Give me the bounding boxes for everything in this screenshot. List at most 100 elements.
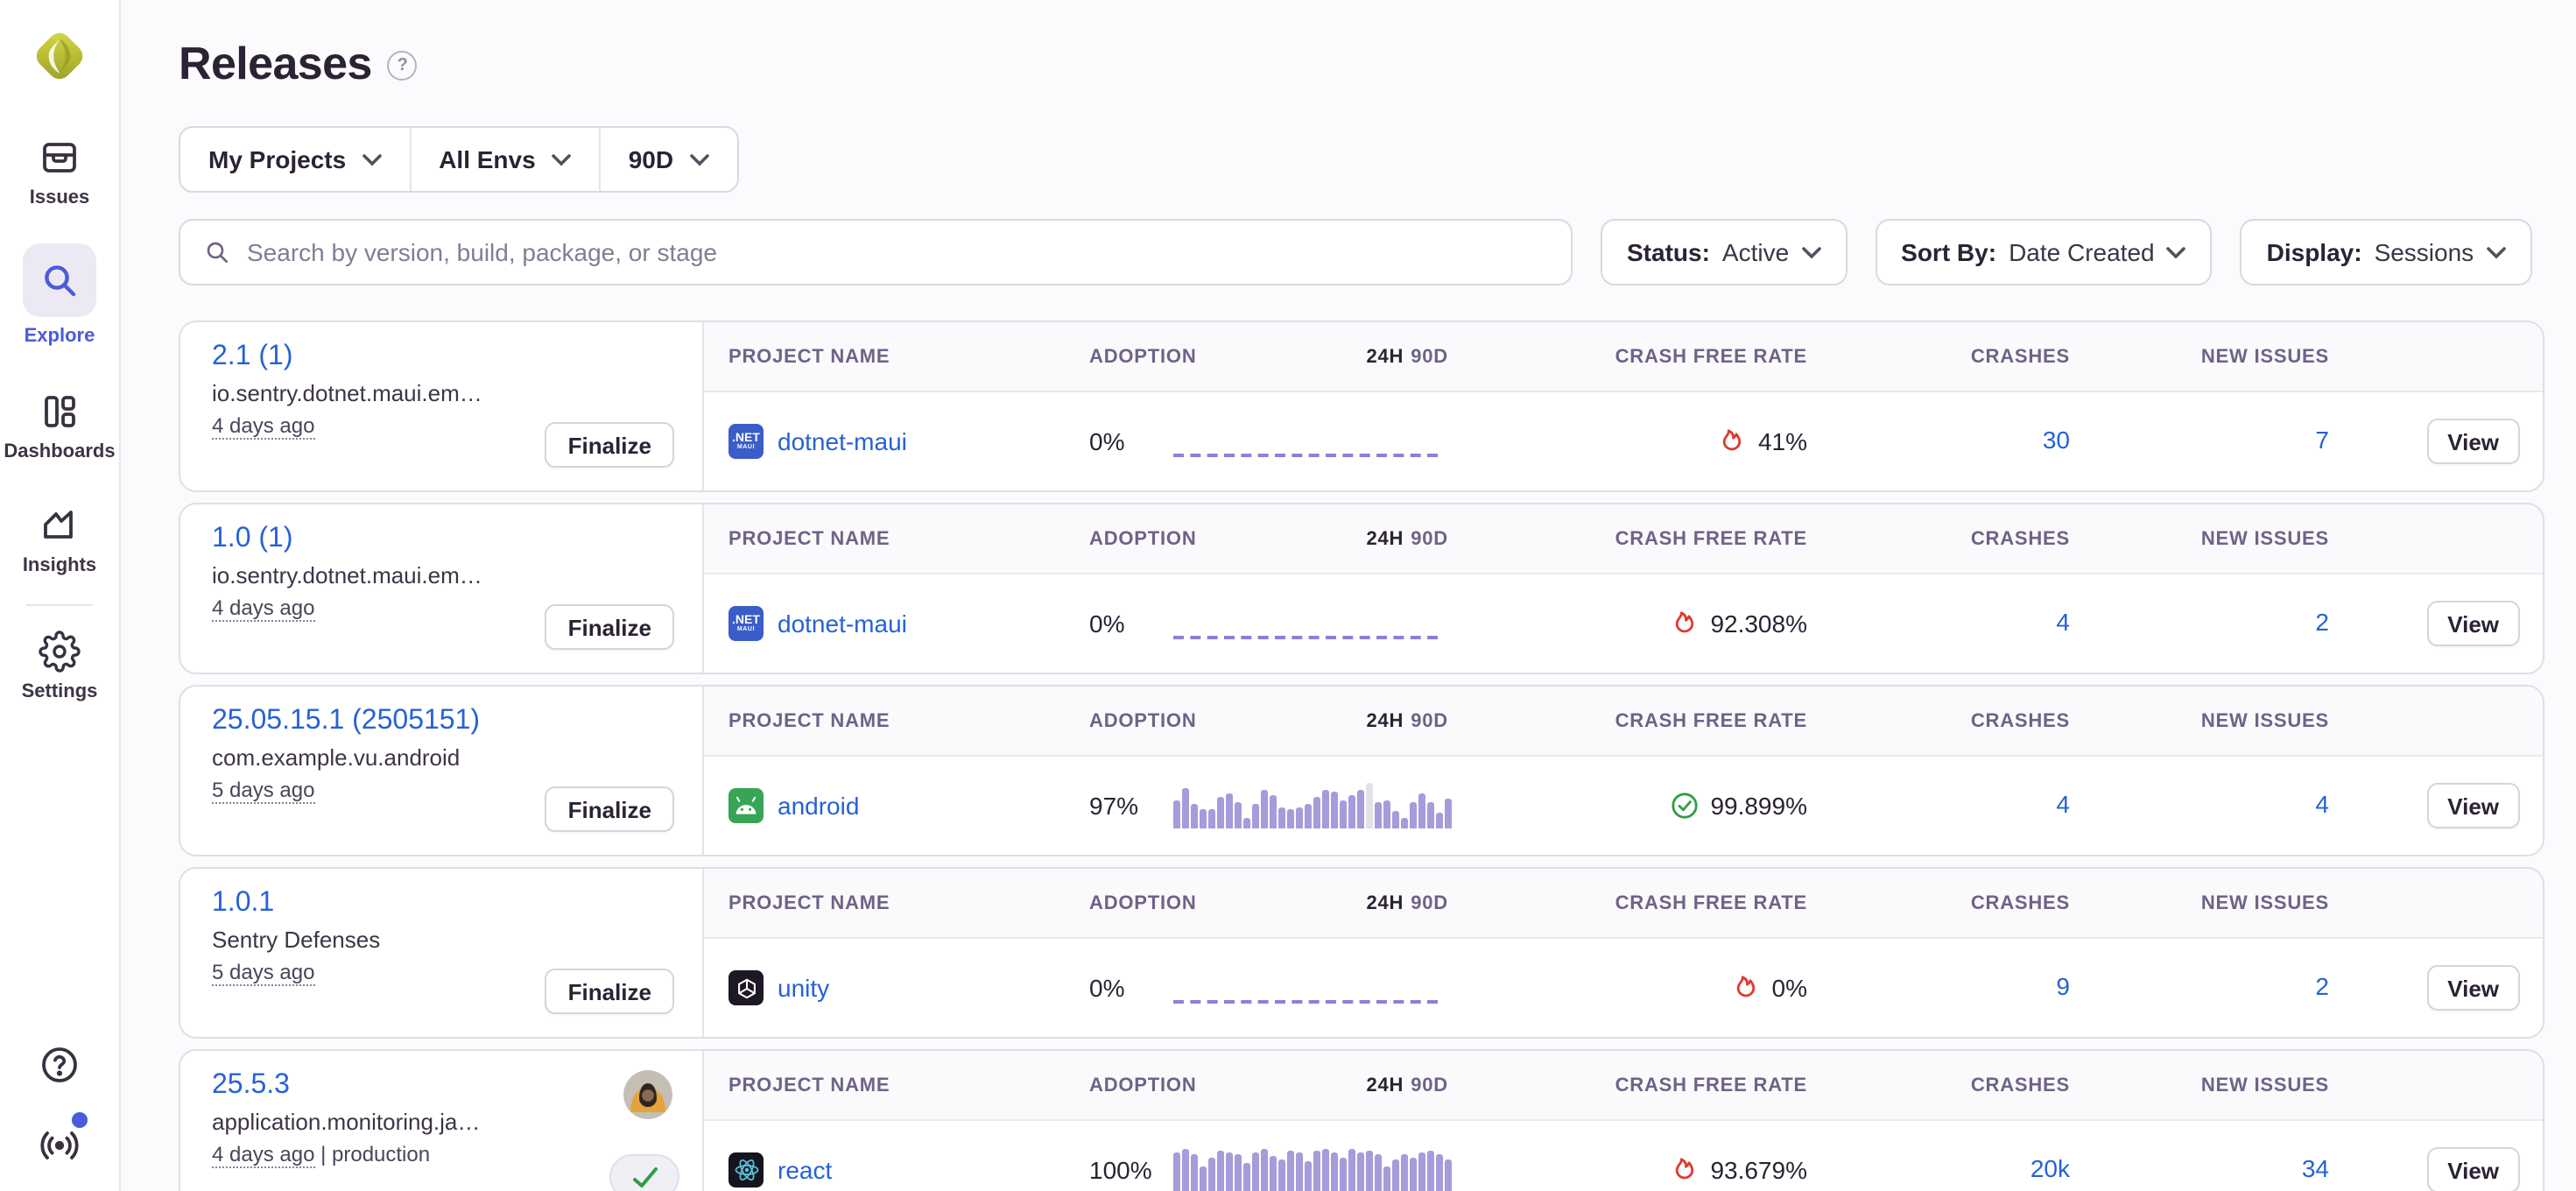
broadcast-icon (39, 1124, 81, 1166)
release-package-name: io.sentry.dotnet.maui.em… (212, 562, 674, 588)
sort-by-dropdown[interactable]: Sort By: Date Created (1875, 219, 2212, 285)
range-90d-toggle[interactable]: 90D (1411, 1075, 1448, 1096)
column-new-issues: NEW ISSUES (2070, 528, 2329, 549)
adoption-cell: 0% (1073, 965, 1448, 1011)
range-24h-toggle[interactable]: 24H (1366, 346, 1404, 367)
finalize-button[interactable]: Finalize (545, 786, 674, 832)
sidebar-item-label: Settings (22, 681, 98, 702)
range-90d-toggle[interactable]: 90D (1411, 346, 1448, 367)
project-link[interactable]: react (778, 1156, 832, 1184)
date-range-filter-dropdown[interactable]: 90D (599, 128, 736, 191)
page-title: Releases (179, 36, 372, 90)
view-button[interactable]: View (2426, 419, 2520, 464)
search-input[interactable] (247, 238, 1548, 266)
table-row: android 97% (704, 757, 2543, 855)
releases-help-icon[interactable]: ? (388, 51, 418, 81)
column-new-issues: NEW ISSUES (2070, 892, 2329, 913)
range-90d-toggle[interactable]: 90D (1411, 710, 1448, 731)
sidebar-item-explore[interactable]: Explore (23, 243, 96, 347)
adoption-chart[interactable] (1173, 419, 1445, 464)
column-crash-free-rate: CRASH FREE RATE (1448, 710, 1807, 731)
finalized-check-pill[interactable] (609, 1154, 679, 1191)
project-link[interactable]: dotnet-maui (778, 610, 907, 638)
range-24h-toggle[interactable]: 24H (1366, 528, 1404, 549)
release-meta-panel: 1.0 (1) io.sentry.dotnet.maui.em… 4 days… (180, 504, 702, 673)
sidebar-item-issues[interactable]: Issues (30, 137, 90, 208)
release-package-name: Sentry Defenses (212, 927, 674, 953)
release-created-ago[interactable]: 5 days ago (212, 778, 314, 804)
check-icon (631, 1166, 658, 1188)
sentry-logo-icon[interactable] (26, 23, 93, 89)
new-issues-link[interactable]: 2 (2315, 972, 2329, 1000)
release-created-ago[interactable]: 4 days ago (212, 413, 314, 440)
sidebar-item-settings[interactable]: Settings (22, 631, 98, 702)
project-cell: unity (704, 970, 1073, 1005)
adoption-chart[interactable] (1173, 1147, 1450, 1191)
project-filter-dropdown[interactable]: My Projects (180, 128, 409, 191)
search-box (179, 219, 1573, 285)
adoption-cell: 100% (1073, 1147, 1448, 1191)
adoption-chart[interactable] (1173, 965, 1445, 1011)
release-version-link[interactable]: 1.0 (1) (212, 524, 293, 555)
table-header-row: PROJECT NAME ADOPTION 24H90D CRASH FREE … (704, 869, 2543, 939)
release-package-name: com.example.vu.android (212, 744, 674, 771)
range-90d-toggle[interactable]: 90D (1411, 528, 1448, 549)
view-button[interactable]: View (2426, 783, 2520, 828)
crash-free-value: 99.899% (1710, 792, 1807, 820)
project-cell: .NETMAUI dotnet-maui (704, 606, 1073, 641)
finalize-button[interactable]: Finalize (545, 422, 674, 468)
project-link[interactable]: unity (778, 974, 829, 1002)
sidebar-item-dashboards[interactable]: Dashboards (4, 391, 115, 462)
adoption-chart[interactable] (1173, 783, 1450, 828)
help-button[interactable] (39, 1044, 81, 1086)
view-button[interactable]: View (2426, 1147, 2520, 1191)
view-button[interactable]: View (2426, 601, 2520, 646)
new-issues-link[interactable]: 34 (2302, 1154, 2329, 1182)
column-chart-range: 24H 90D (1366, 346, 1448, 367)
display-dropdown[interactable]: Display: Sessions (2241, 219, 2532, 285)
sidebar-item-insights[interactable]: Insights (23, 504, 96, 576)
table-row: .NETMAUI dotnet-maui 0% (704, 574, 2543, 673)
crashes-link[interactable]: 20k (2031, 1154, 2070, 1182)
project-link[interactable]: dotnet-maui (778, 427, 907, 455)
crashes-link[interactable]: 4 (2056, 790, 2070, 818)
column-crash-free-rate: CRASH FREE RATE (1448, 346, 1807, 367)
column-project-name: PROJECT NAME (704, 710, 1073, 731)
column-crashes: CRASHES (1807, 346, 2070, 367)
project-link[interactable]: android (778, 792, 859, 820)
release-created-ago[interactable]: 4 days ago (212, 596, 314, 622)
release-author-avatar[interactable] (623, 1070, 672, 1119)
release-version-link[interactable]: 25.5.3 (212, 1070, 290, 1102)
crashes-link[interactable]: 9 (2056, 972, 2070, 1000)
finalize-button[interactable]: Finalize (545, 604, 674, 650)
range-90d-toggle[interactable]: 90D (1411, 892, 1448, 913)
new-issues-cell: 7 (2070, 426, 2329, 457)
column-crashes: CRASHES (1807, 710, 2070, 731)
view-button[interactable]: View (2426, 965, 2520, 1011)
crashes-link[interactable]: 30 (2043, 426, 2070, 454)
column-crash-free-rate: CRASH FREE RATE (1448, 892, 1807, 913)
issues-icon (39, 137, 81, 179)
status-dropdown[interactable]: Status: Active (1601, 219, 1847, 285)
release-version-link[interactable]: 2.1 (1) (212, 342, 293, 373)
range-24h-toggle[interactable]: 24H (1366, 1075, 1404, 1096)
whats-new-button[interactable] (39, 1124, 81, 1166)
table-header-row: PROJECT NAME ADOPTION 24H90D CRASH FREE … (704, 322, 2543, 392)
release-created-ago[interactable]: 5 days ago (212, 960, 314, 986)
adoption-chart[interactable] (1173, 601, 1445, 646)
new-issues-link[interactable]: 2 (2315, 608, 2329, 636)
new-issues-link[interactable]: 4 (2315, 790, 2329, 818)
finalize-button[interactable]: Finalize (545, 969, 674, 1014)
release-version-link[interactable]: 25.05.15.1 (2505151) (212, 706, 480, 737)
main-content: Releases ? My Projects All Envs 90D (121, 0, 2576, 1191)
range-24h-toggle[interactable]: 24H (1366, 892, 1404, 913)
flame-icon (1670, 1156, 1698, 1184)
release-created-ago[interactable]: 4 days ago (212, 1142, 314, 1168)
flame-icon (1718, 427, 1746, 455)
dashboards-icon (39, 391, 81, 433)
range-24h-toggle[interactable]: 24H (1366, 710, 1404, 731)
release-version-link[interactable]: 1.0.1 (212, 888, 274, 920)
environment-filter-dropdown[interactable]: All Envs (409, 128, 599, 191)
crashes-link[interactable]: 4 (2056, 608, 2070, 636)
new-issues-link[interactable]: 7 (2315, 426, 2329, 454)
